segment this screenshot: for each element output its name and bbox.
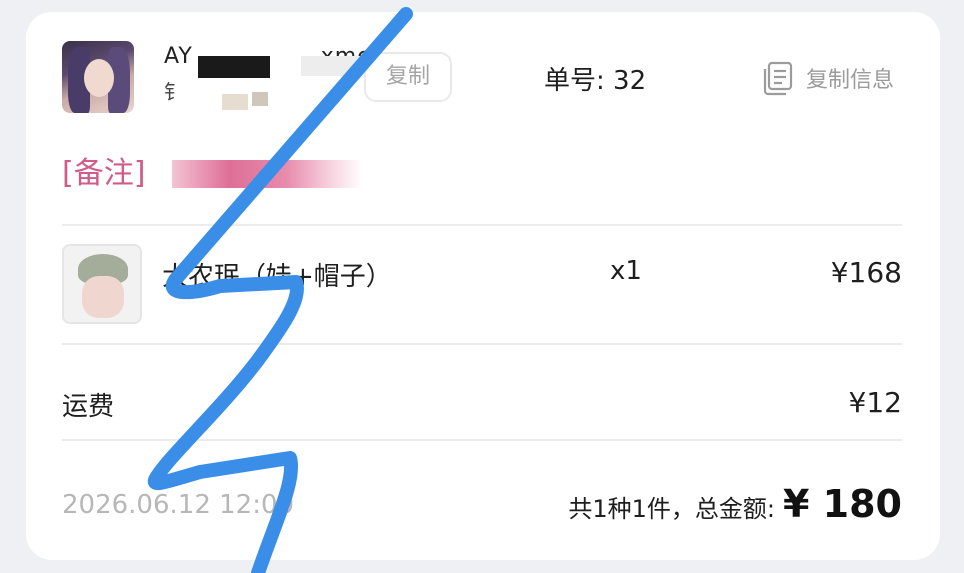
copy-nickname-button[interactable]: 复制 — [364, 52, 452, 102]
redaction-block — [301, 56, 361, 76]
shipping-fee: ¥12 — [848, 386, 902, 419]
divider — [62, 224, 902, 226]
redaction-block — [172, 160, 362, 188]
copy-info-label: 复制信息 — [806, 68, 895, 93]
redaction-block — [252, 92, 268, 106]
document-copy-icon — [763, 61, 793, 96]
order-timestamp: 2026.06.12 12:00 — [62, 490, 295, 520]
divider — [62, 439, 902, 441]
avatar-face — [84, 59, 114, 97]
product-price: ¥168 — [830, 256, 902, 289]
redaction-block — [198, 56, 270, 78]
buyer-nickname-prefix: AY — [164, 44, 193, 69]
buyer-avatar[interactable] — [62, 41, 134, 113]
thumbnail-doll — [82, 276, 124, 318]
shipping-label: 运费 — [62, 392, 115, 422]
product-name[interactable]: 大农珉（娃+帽子） — [162, 256, 392, 293]
redaction-block — [222, 94, 248, 110]
order-note-label: [备注] — [62, 156, 146, 191]
product-thumbnail[interactable] — [62, 244, 142, 324]
divider — [62, 343, 902, 345]
product-quantity: x1 — [610, 256, 642, 286]
copy-info-button[interactable]: 复制信息 — [760, 60, 894, 96]
summary-label: 共1种1件，总金额: — [568, 495, 775, 523]
buyer-subline: 钅 — [164, 80, 184, 104]
order-summary: 共1种1件，总金额: ¥ 180 — [568, 482, 902, 526]
order-card: AYxme 钅 复制 单号: 32 复制信息 [备注] 大农珉（娃+帽子） x1… — [26, 12, 940, 560]
order-number: 单号: 32 — [544, 66, 647, 96]
order-total: ¥ 180 — [783, 482, 902, 526]
